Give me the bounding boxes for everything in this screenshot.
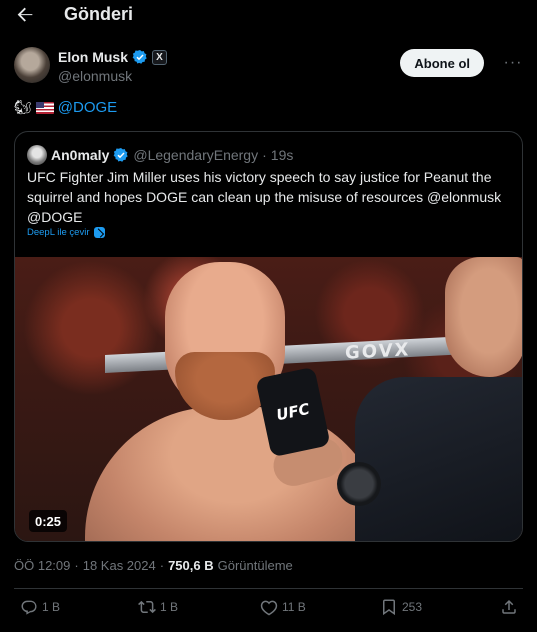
author-name-row: Elon Musk X — [58, 49, 168, 65]
post-date[interactable]: 18 Kas 2024 — [83, 558, 156, 573]
affiliate-x-icon: X — [152, 49, 168, 65]
separator: · — [262, 147, 267, 163]
bookmark-count: 253 — [402, 600, 423, 614]
mic-label: UFC — [274, 399, 312, 425]
post-author: Elon Musk X @elonmusk Abone ol ··· — [14, 46, 524, 90]
quote-author-handle: @LegendaryEnergy — [133, 147, 259, 163]
us-flag-icon — [35, 101, 54, 114]
verified-badge-icon — [132, 50, 147, 64]
separator: · — [74, 558, 79, 573]
quote-author-name: An0maly — [51, 147, 110, 163]
quote-text: UFC Fighter Jim Miller uses his victory … — [27, 169, 502, 225]
arrow-left-icon[interactable] — [14, 4, 36, 26]
quote-avatar — [27, 145, 47, 165]
video-duration: 0:25 — [29, 510, 68, 532]
translate-label: DeepL ile çevir — [27, 227, 90, 238]
share-icon — [502, 599, 516, 614]
action-bar: 1 B 1 B 11 B 253 — [0, 598, 537, 622]
follow-button[interactable]: Abone ol — [400, 49, 484, 77]
mention-link[interactable]: @DOGE — [58, 99, 117, 116]
ellipsis-icon[interactable]: ··· — [502, 52, 524, 74]
top-bar: Gönderi — [0, 0, 537, 30]
reply-count: 1 B — [42, 600, 61, 614]
deepl-icon — [94, 227, 106, 238]
post-time[interactable]: ÖÖ 12:09 — [14, 558, 70, 573]
repost-icon — [138, 600, 156, 614]
divider — [14, 588, 523, 589]
author-handle[interactable]: @elonmusk — [58, 68, 132, 84]
video-player[interactable]: GOVX UFC 0:25 — [15, 257, 522, 541]
post-text: 🐿 @DOGE — [14, 99, 117, 116]
bookmark-button[interactable]: 253 — [380, 598, 422, 616]
watch — [337, 462, 381, 506]
like-count: 11 B — [282, 600, 306, 614]
repost-count: 1 B — [160, 600, 179, 614]
quote-header: An0maly @LegendaryEnergy · 19s — [27, 145, 293, 165]
quote-timestamp: 19s — [270, 147, 294, 163]
like-button[interactable]: 11 B — [260, 598, 306, 616]
quoted-post[interactable]: An0maly @LegendaryEnergy · 19s UFC Fight… — [14, 131, 523, 542]
views-label: Görüntüleme — [217, 558, 293, 573]
reply-icon — [21, 600, 37, 615]
repost-button[interactable]: 1 B — [138, 598, 178, 616]
translate-link[interactable]: DeepL ile çevir — [27, 227, 106, 238]
share-button[interactable] — [500, 598, 518, 616]
interviewer-suit — [355, 377, 522, 541]
author-name[interactable]: Elon Musk — [58, 49, 128, 65]
views-count: 750,6 B — [168, 558, 214, 573]
squirrel-emoji-icon: 🐿 — [14, 99, 32, 116]
post-meta: ÖÖ 12:09 · 18 Kas 2024 · 750,6 B Görüntü… — [14, 558, 293, 573]
interviewer-head — [445, 257, 522, 377]
heart-icon — [260, 600, 278, 616]
bookmark-icon — [383, 599, 395, 616]
separator: · — [159, 558, 165, 573]
avatar[interactable] — [14, 47, 50, 83]
reply-button[interactable]: 1 B — [20, 598, 60, 616]
page-title: Gönderi — [64, 4, 134, 24]
verified-badge-icon — [114, 148, 129, 162]
